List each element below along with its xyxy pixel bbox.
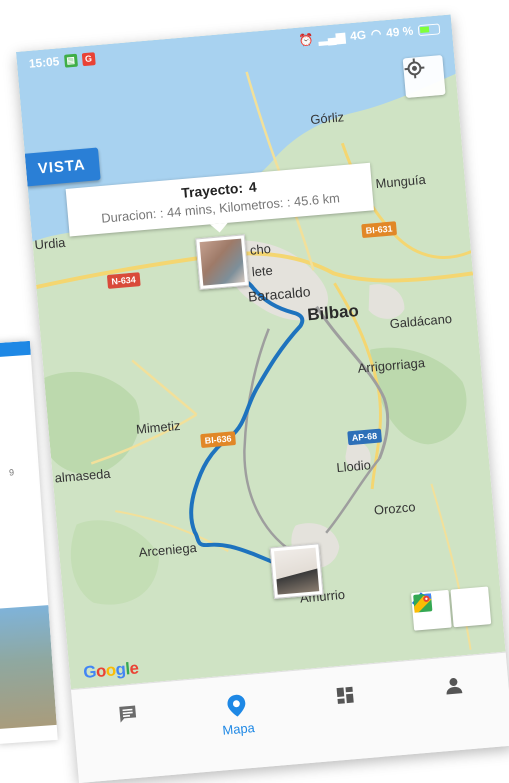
battery-percent: 49 % (386, 24, 414, 40)
map-canvas (16, 15, 506, 690)
road-badge-ap68: AP-68 (347, 429, 381, 446)
open-google-maps-button[interactable] (450, 586, 491, 627)
google-logo-letter: e (129, 659, 140, 680)
alarm-icon: ⏰ (298, 32, 314, 47)
battery-icon (418, 23, 441, 36)
google-maps-icon (411, 591, 435, 615)
place-label-urdiales: Urdia (34, 235, 66, 252)
road-badge-bi631: BI-631 (361, 221, 397, 238)
chat-icon (116, 702, 140, 726)
route-end-photo-marker[interactable] (270, 543, 324, 599)
nav-item-chat[interactable] (71, 681, 188, 783)
road-badge-bi636: BI-636 (200, 431, 236, 448)
place-label-gorliz: Górliz (310, 109, 345, 127)
motorway-road (233, 328, 298, 559)
route-title-value: 4 (248, 179, 257, 195)
nav-item-dashboard[interactable] (288, 662, 405, 765)
phone-screen: 15:05 ▤ G ⏰ ▂▄▆ 4G ◠ 49 % (16, 15, 509, 783)
background-card-text: 9 (9, 467, 15, 477)
vista-button[interactable]: VISTA (25, 147, 101, 186)
place-label-santurtzi: cho (249, 241, 271, 258)
background-card-header (0, 341, 31, 359)
status-left: 15:05 ▤ G (28, 51, 95, 71)
route-start-photo-marker[interactable] (195, 234, 249, 290)
route-start-photo (200, 239, 245, 286)
nav-item-profile[interactable] (397, 653, 509, 756)
map-view[interactable]: 15:05 ▤ G ⏰ ▂▄▆ 4G ◠ 49 % (16, 15, 506, 690)
my-location-button[interactable] (403, 55, 446, 98)
forest-area (68, 515, 163, 608)
notification-app-icon: ▤ (64, 53, 78, 67)
road-badge-n634: N-634 (107, 272, 140, 289)
network-type: 4G (350, 28, 367, 43)
route-end-photo (274, 548, 319, 595)
person-icon (442, 674, 466, 698)
map-toolbar (411, 586, 491, 630)
place-label-sestao: lete (251, 263, 273, 280)
dashboard-icon (333, 684, 357, 708)
secondary-road (132, 355, 196, 419)
forest-area (44, 366, 144, 477)
location-pin-icon (225, 693, 249, 719)
wifi-icon: ◠ (370, 27, 382, 42)
place-label-llodio: Llodio (336, 457, 372, 475)
crosshair-icon (403, 57, 427, 81)
background-card-photo (0, 605, 57, 729)
nav-item-mapa[interactable]: Mapa (180, 671, 297, 774)
nav-label-mapa: Mapa (222, 720, 255, 738)
status-time: 15:05 (28, 54, 60, 70)
google-notification-icon: G (81, 52, 95, 66)
signal-icon: ▂▄▆ (318, 30, 346, 46)
route-title-label: Trayecto: (181, 180, 244, 201)
